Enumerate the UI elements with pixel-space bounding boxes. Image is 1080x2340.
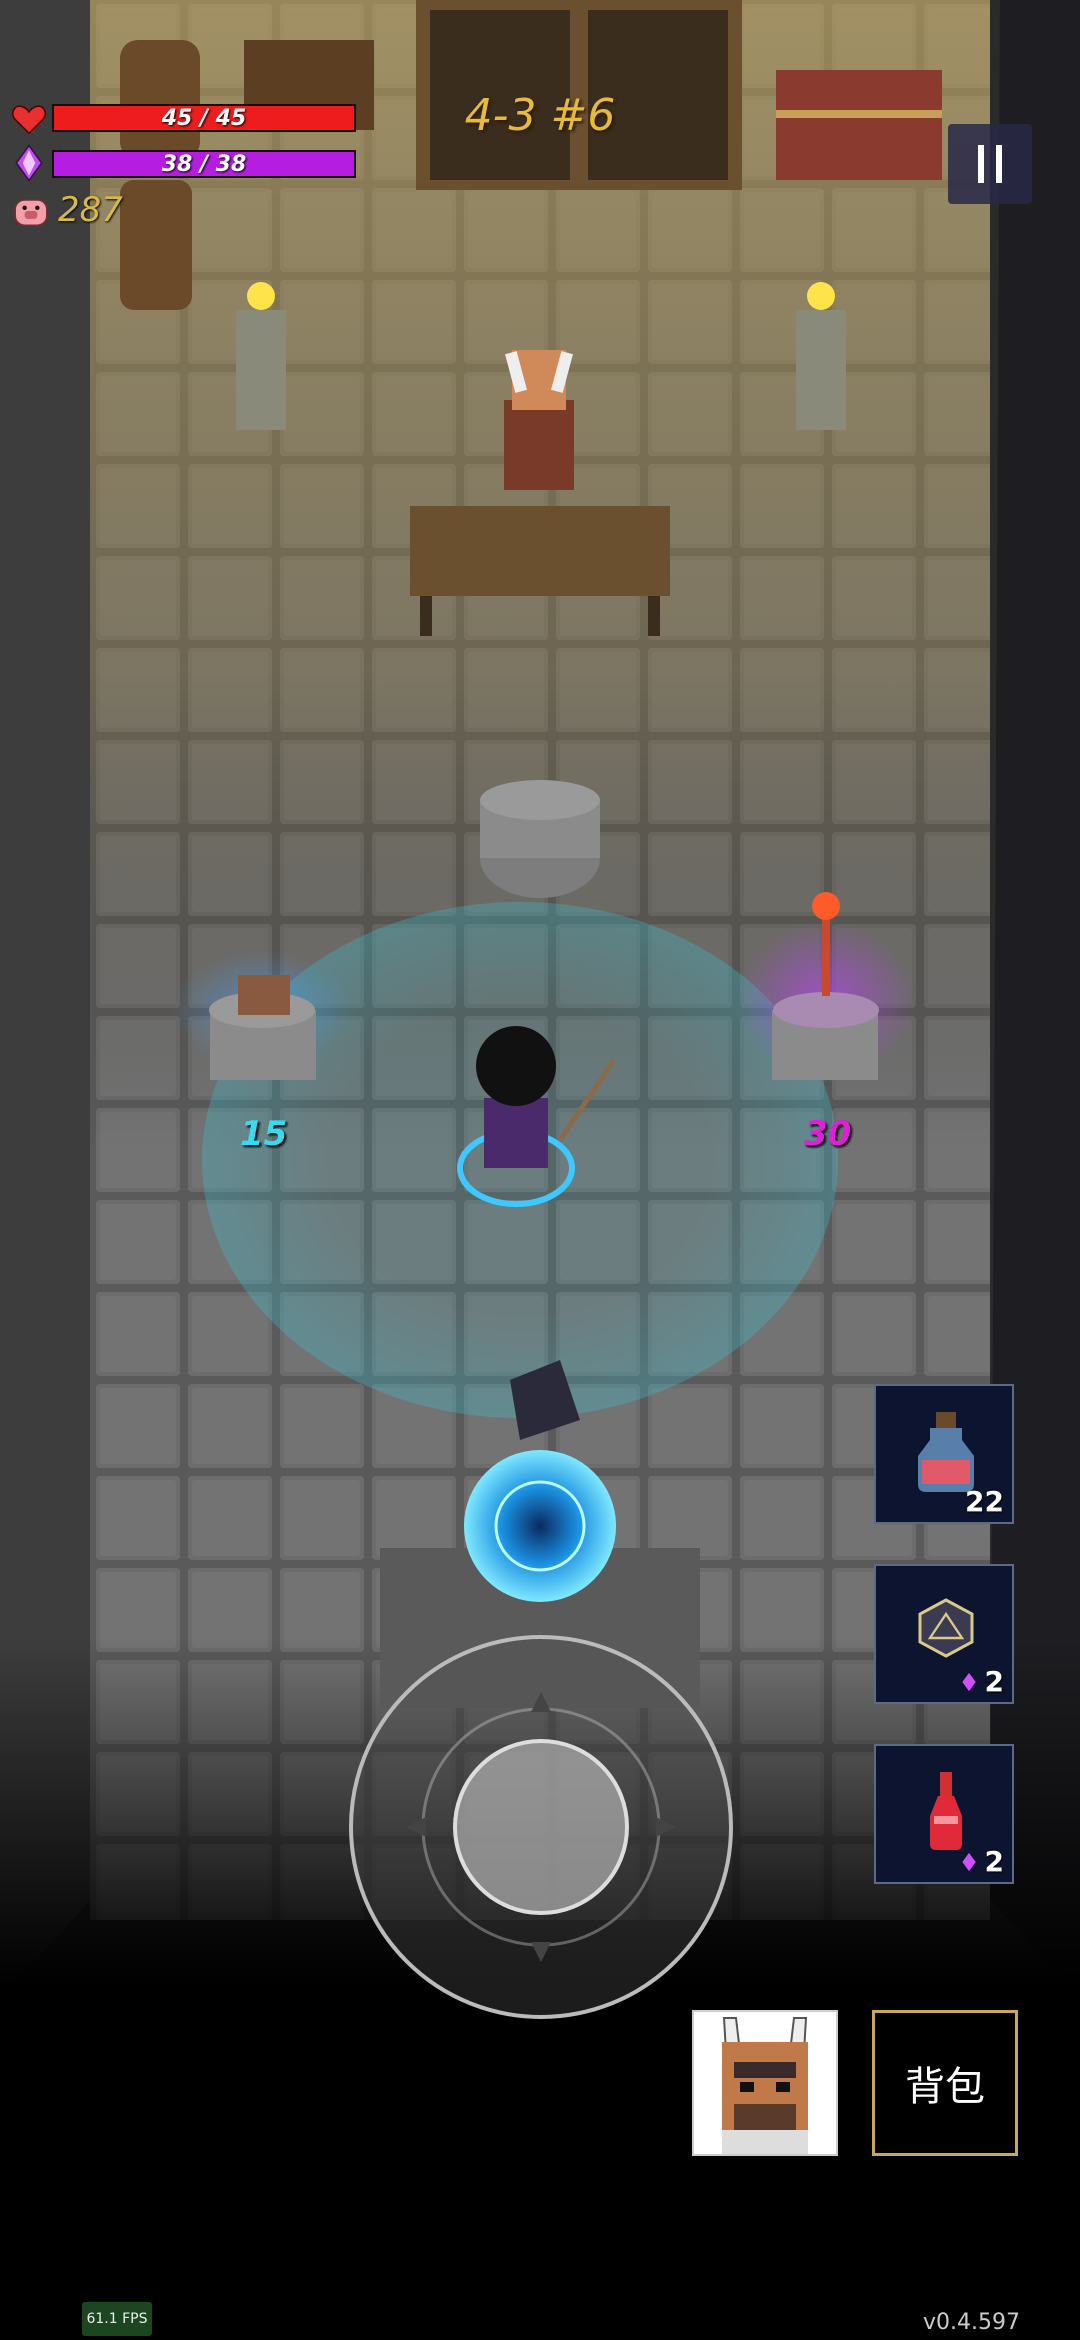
shop-price-right: 30 — [804, 1114, 852, 1154]
pig-coin-icon — [14, 199, 48, 227]
virtual-joystick[interactable] — [346, 1632, 736, 2022]
npc-portrait[interactable] — [692, 2010, 838, 2156]
quick-slot-dice[interactable]: 2 — [874, 1564, 1014, 1704]
shop-price-left: 15 — [240, 1114, 288, 1154]
version-label: v0.4.597 — [923, 2310, 1020, 2335]
dice-cost: 2 — [984, 1665, 1004, 1698]
mana-crystal-icon — [961, 1672, 976, 1691]
blue-potion-count: 22 — [965, 1485, 1004, 1518]
mana-bar: 38 / 38 — [52, 150, 356, 178]
level-label: 4-3 #6 — [464, 90, 616, 141]
hp-bar: 45 / 45 — [52, 104, 356, 132]
d20-dice-icon — [918, 1598, 974, 1658]
heart-icon — [12, 105, 46, 135]
hp-label: 45 / 45 — [161, 105, 247, 131]
bunny-merchant-avatar — [694, 2012, 836, 2154]
pause-icon — [978, 145, 984, 183]
mana-crystal-icon — [961, 1852, 976, 1871]
mana-label: 38 / 38 — [161, 151, 247, 177]
quick-slot-red-potion[interactable]: 2 — [874, 1744, 1014, 1884]
quick-slot-blue-potion[interactable]: 22 — [874, 1384, 1014, 1524]
pause-button[interactable] — [948, 124, 1032, 204]
blue-potion-icon — [918, 1412, 974, 1492]
mana-crystal-icon — [15, 144, 43, 182]
red-potion-icon — [930, 1772, 962, 1850]
joystick-knob[interactable] — [453, 1739, 629, 1915]
fps-counter: 61.1 FPS — [82, 2302, 152, 2336]
red-potion-cost: 2 — [984, 1845, 1004, 1878]
game-screen: 45 / 45 38 / 38 287 4-3 #6 15 30 22 2 2 … — [0, 0, 1080, 2340]
coin-count: 287 — [58, 190, 123, 230]
backpack-button[interactable]: 背包 — [872, 2010, 1018, 2156]
